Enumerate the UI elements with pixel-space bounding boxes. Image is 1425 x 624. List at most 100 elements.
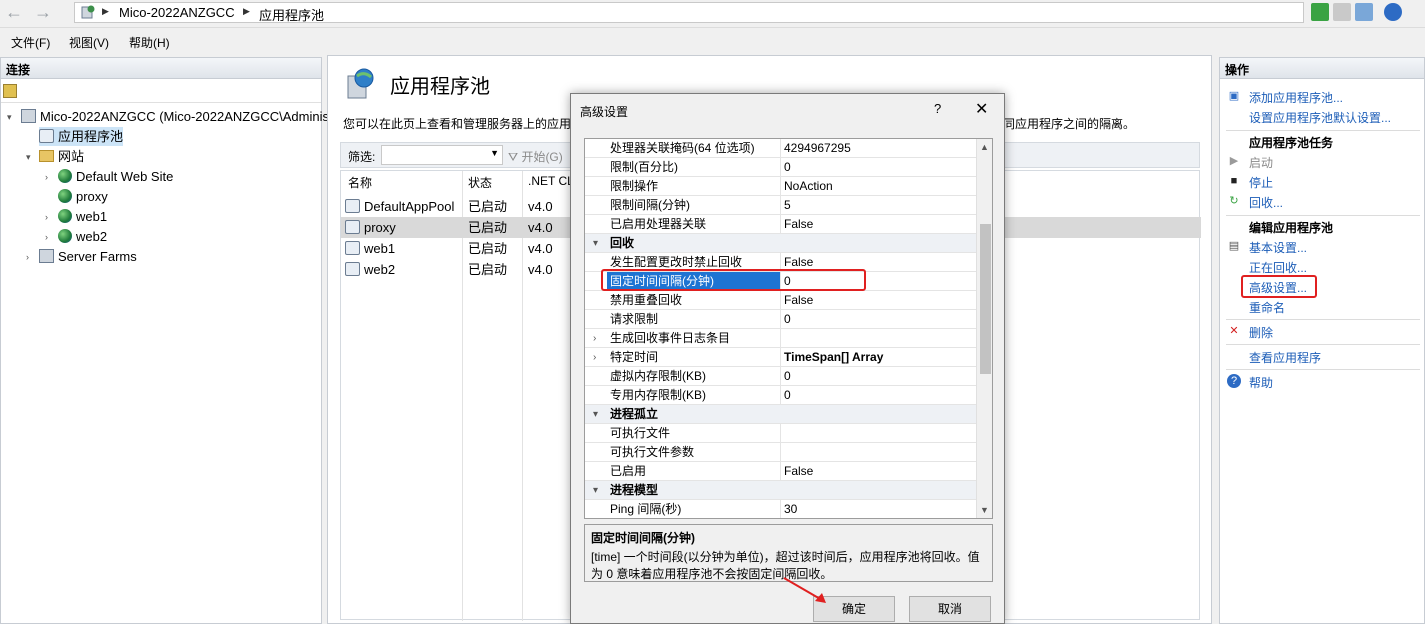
expand-icon[interactable]: › <box>593 348 596 367</box>
home-icon[interactable] <box>1355 3 1373 21</box>
description-title: 固定时间间隔(分钟) <box>591 531 695 545</box>
property-row[interactable]: 处理器关联掩码(64 位选项) 4294967295 <box>585 139 976 158</box>
edit-pool-heading: 编辑应用程序池 <box>1249 221 1334 235</box>
refresh-icon[interactable] <box>1311 3 1329 21</box>
highlight-box <box>601 269 866 291</box>
iis-server-icon <box>81 5 95 19</box>
add-app-pool-link[interactable]: 添加应用程序池... <box>1249 89 1343 106</box>
property-row[interactable]: › 特定时间 TimeSpan[] Array <box>585 348 976 367</box>
globe-icon <box>58 229 72 243</box>
recycling-link[interactable]: 正在回收... <box>1249 259 1307 276</box>
category-row[interactable]: ▾ 进程模型 <box>585 481 976 500</box>
stop-icon[interactable] <box>1333 3 1351 21</box>
category-row[interactable]: ▾ 进程孤立 <box>585 405 976 424</box>
menu-help[interactable]: 帮助(H) <box>129 34 170 51</box>
expand-icon[interactable]: › <box>593 329 596 348</box>
connections-pane: 连接 ▾ Mico-2022ANZGCC (Mico-2022ANZGCC\Ad… <box>0 57 329 624</box>
scroll-down-icon[interactable]: ▼ <box>980 505 989 515</box>
view-applications-link[interactable]: 查看应用程序 <box>1249 349 1321 366</box>
tree-app-pools[interactable]: 应用程序池 <box>39 127 123 146</box>
connections-header: 连接 <box>0 57 322 79</box>
forward-arrow-icon[interactable]: → <box>32 3 54 23</box>
recycle-icon: ↻ <box>1229 195 1239 207</box>
property-grid: 处理器关联掩码(64 位选项) 4294967295 限制(百分比) 0 限制操作 N… <box>584 138 993 519</box>
property-row[interactable]: 禁用重叠回收 False <box>585 291 976 310</box>
scroll-up-icon[interactable]: ▲ <box>980 142 989 152</box>
app-pool-icon <box>39 129 54 143</box>
tree-server-farms[interactable]: Server Farms <box>39 247 137 266</box>
property-row[interactable]: 可执行文件 <box>585 424 976 443</box>
tree-web2[interactable]: web2 <box>58 227 107 246</box>
expand-icon[interactable]: › <box>45 212 48 222</box>
property-row[interactable]: 虚拟内存限制(KB) 0 <box>585 367 976 386</box>
column-name[interactable]: 名称 <box>348 174 372 191</box>
app-pool-icon <box>345 199 360 213</box>
basic-settings-link[interactable]: 基本设置... <box>1249 239 1307 256</box>
menu-file[interactable]: 文件(F) <box>11 34 50 51</box>
connect-icon[interactable] <box>3 84 17 98</box>
property-row[interactable]: › 生成回收事件日志条目 <box>585 329 976 348</box>
breadcrumb-server[interactable]: Mico-2022ANZGCC <box>119 5 235 20</box>
play-icon: ▶ <box>1229 155 1239 167</box>
property-row[interactable]: 限制(百分比) 0 <box>585 158 976 177</box>
property-row[interactable]: 专用内存限制(KB) 0 <box>585 386 976 405</box>
tree-proxy[interactable]: proxy <box>58 187 108 206</box>
collapse-icon[interactable]: ▾ <box>593 234 598 253</box>
scroll-thumb[interactable] <box>980 224 991 374</box>
expand-icon[interactable]: › <box>45 172 48 182</box>
cancel-button[interactable]: 取消 <box>909 596 991 622</box>
category-row[interactable]: ▾ 回收 <box>585 234 976 253</box>
column-clr[interactable]: .NET CL <box>528 174 574 188</box>
tree-sites[interactable]: 网站 <box>39 147 84 166</box>
property-row[interactable]: Ping 间隔(秒) 30 <box>585 500 976 518</box>
page-description-tail: 同应用程序之间的隔离。 <box>1003 117 1136 131</box>
delete-link[interactable]: 删除 <box>1249 324 1273 341</box>
funnel-icon: ⛛ <box>508 150 519 164</box>
folder-icon <box>39 150 54 162</box>
chevron-down-icon[interactable]: ▼ <box>490 148 499 158</box>
menu-bar: 文件(F) 视图(V) 帮助(H) <box>0 30 1425 54</box>
breadcrumb[interactable]: ▶ Mico-2022ANZGCC ▶ 应用程序池 <box>74 2 1304 23</box>
stop-link[interactable]: 停止 <box>1249 174 1273 191</box>
start-link[interactable]: 启动 <box>1249 154 1273 171</box>
property-row[interactable]: 限制操作 NoAction <box>585 177 976 196</box>
recycle-link[interactable]: 回收... <box>1249 194 1283 211</box>
help-icon[interactable] <box>1384 3 1402 21</box>
expand-icon[interactable]: › <box>26 252 29 262</box>
help-icon: ? <box>1227 374 1241 388</box>
vertical-scrollbar[interactable]: ▲ ▼ <box>976 139 992 518</box>
back-arrow-icon[interactable]: ← <box>3 3 25 23</box>
property-row[interactable]: 已启用 False <box>585 462 976 481</box>
menu-view[interactable]: 视图(V) <box>69 34 109 51</box>
app-pool-icon <box>345 262 360 276</box>
filter-input[interactable]: ▼ <box>381 145 503 165</box>
property-row[interactable]: 请求限制 0 <box>585 310 976 329</box>
property-row[interactable]: 可执行文件参数 <box>585 443 976 462</box>
set-pool-defaults-link[interactable]: 设置应用程序池默认设置... <box>1249 109 1391 126</box>
help-link[interactable]: 帮助 <box>1249 374 1273 391</box>
address-bar: ← → ▶ Mico-2022ANZGCC ▶ 应用程序池 <box>0 0 1425 28</box>
page-title: 应用程序池 <box>390 76 490 98</box>
property-row[interactable]: 限制间隔(分钟) 5 <box>585 196 976 215</box>
rename-link[interactable]: 重命名 <box>1249 299 1285 316</box>
tree-default-web-site[interactable]: Default Web Site <box>58 167 173 186</box>
collapse-icon[interactable]: ▾ <box>593 481 598 500</box>
close-icon[interactable]: ✕ <box>975 99 988 119</box>
breadcrumb-app-pools[interactable]: 应用程序池 <box>259 5 324 24</box>
breadcrumb-separator-icon: ▶ <box>102 6 109 16</box>
start-filter-button[interactable]: ⛛ 开始(G) <box>508 148 563 165</box>
expand-icon[interactable]: › <box>45 232 48 242</box>
highlight-box <box>1241 275 1317 298</box>
collapse-icon[interactable]: ▾ <box>593 405 598 424</box>
tree-web1[interactable]: web1 <box>58 207 107 226</box>
dialog-title: 高级设置 <box>580 105 629 119</box>
app-pool-large-icon <box>347 68 374 99</box>
dialog-help-button[interactable]: ? <box>934 101 941 116</box>
property-row[interactable]: 已启用处理器关联 False <box>585 215 976 234</box>
tree-server[interactable]: Mico-2022ANZGCC (Mico-2022ANZGCC\Adminis <box>21 107 329 126</box>
actions-header: 操作 <box>1219 57 1425 79</box>
advanced-settings-dialog: 高级设置 ? ✕ 处理器关联掩码(64 位选项) 4294967295 限制(百分… <box>570 93 1005 624</box>
collapse-icon[interactable]: ▾ <box>7 112 12 123</box>
column-status[interactable]: 状态 <box>468 174 492 191</box>
collapse-icon[interactable]: ▾ <box>26 152 31 163</box>
